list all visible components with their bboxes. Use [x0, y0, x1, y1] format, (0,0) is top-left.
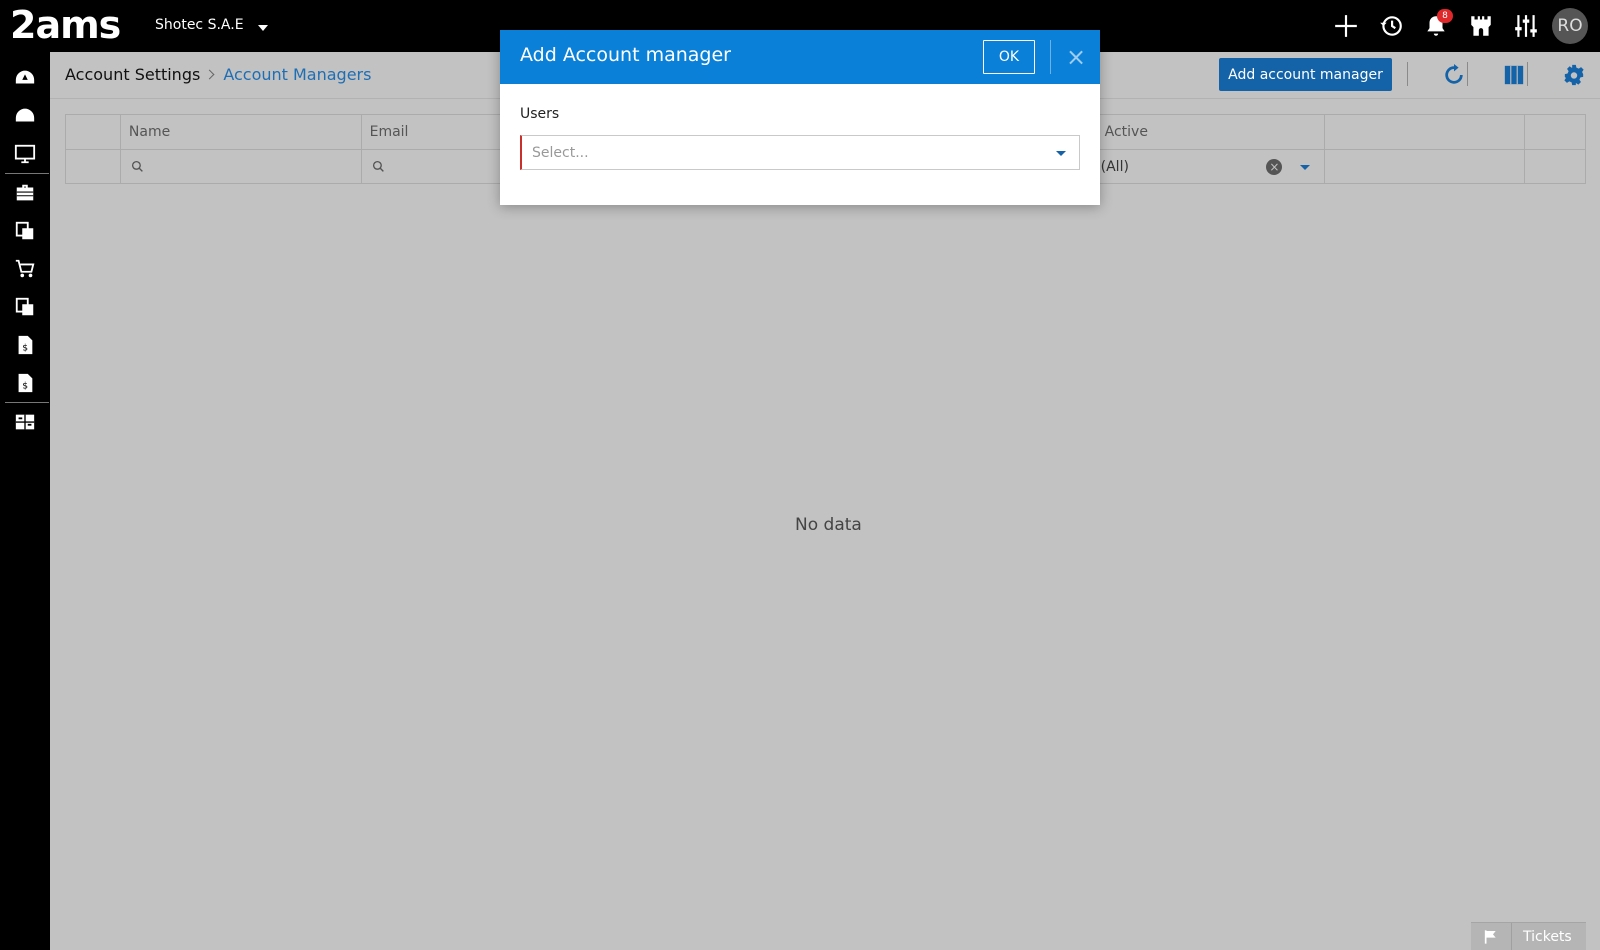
clear-icon[interactable]: × — [1266, 159, 1283, 175]
users-field-label: Users — [520, 106, 560, 122]
toolbar-divider — [1467, 62, 1468, 86]
sidebar: $ $ — [0, 52, 50, 950]
active-filter-select[interactable]: (All) × — [1096, 150, 1326, 183]
cart-icon — [15, 259, 35, 278]
svg-text:$: $ — [22, 381, 28, 392]
documents-alt-icon — [15, 297, 34, 316]
search-icon — [372, 160, 384, 172]
refresh-button[interactable] — [1441, 62, 1467, 88]
column-header-active[interactable]: Active — [1097, 115, 1326, 149]
sidebar-item-documents-alt[interactable] — [0, 288, 50, 326]
search-icon — [131, 160, 143, 172]
column-header-actions — [1525, 115, 1585, 149]
app-logo[interactable]: 2ams — [10, 5, 121, 45]
caret-down-icon — [257, 25, 268, 31]
castle-icon — [1470, 16, 1491, 36]
refresh-icon — [1445, 64, 1463, 84]
users-select[interactable]: Select... — [520, 135, 1080, 170]
name-filter-input[interactable] — [120, 150, 362, 183]
sidebar-item-dashboard[interactable] — [0, 59, 50, 97]
documents-icon — [15, 221, 34, 240]
svg-text:$: $ — [22, 343, 28, 354]
castle-button[interactable] — [1458, 0, 1503, 52]
monitor-icon — [14, 144, 36, 164]
active-filter-value: (All) — [1100, 158, 1129, 175]
flag-icon — [1471, 923, 1512, 950]
sidebar-item-dashboard-alt[interactable] — [0, 97, 50, 135]
company-name: Shotec S.A.E — [155, 17, 244, 33]
plus-icon — [1334, 15, 1357, 37]
notifications-button[interactable]: 8 — [1413, 0, 1458, 52]
sliders-icon — [1514, 15, 1537, 37]
column-header-extra — [1325, 115, 1526, 149]
sidebar-item-briefcase[interactable] — [0, 174, 50, 212]
columns-icon — [1504, 65, 1524, 85]
sidebar-item-reports[interactable] — [0, 403, 50, 441]
sidebar-item-invoice[interactable]: $ — [0, 326, 50, 364]
caret-down-icon[interactable] — [1300, 165, 1311, 170]
dashboard-alt-icon — [15, 108, 35, 122]
tickets-label: Tickets — [1523, 928, 1572, 945]
history-icon — [1379, 16, 1402, 36]
close-icon[interactable]: × — [1059, 40, 1093, 74]
sidebar-item-cart[interactable] — [0, 250, 50, 288]
tickets-widget[interactable]: Tickets — [1471, 922, 1586, 950]
briefcase-icon — [16, 184, 34, 201]
column-header-name[interactable]: Name — [121, 115, 362, 149]
dashboard-icon — [15, 70, 35, 84]
selection-filter-cell — [66, 150, 121, 183]
invoice-icon: $ — [18, 335, 33, 355]
notification-badge: 8 — [1437, 9, 1453, 23]
top-toolbar: 8 RO — [1323, 0, 1600, 52]
history-button[interactable] — [1368, 0, 1413, 52]
add-account-manager-dialog: Add Account manager OK × Users Select... — [500, 30, 1100, 205]
sidebar-item-invoice-alt[interactable]: $ — [0, 364, 50, 402]
dialog-header-divider — [1050, 40, 1051, 74]
dialog-title: Add Account manager — [520, 44, 731, 66]
settings-sliders-button[interactable] — [1503, 0, 1548, 52]
settings-button[interactable] — [1561, 62, 1587, 88]
add-account-manager-button[interactable]: Add account manager — [1219, 58, 1392, 91]
ok-button[interactable]: OK — [983, 40, 1035, 74]
breadcrumb-root[interactable]: Account Settings — [65, 65, 200, 84]
user-avatar[interactable]: RO — [1552, 8, 1588, 44]
dialog-header: Add Account manager OK × — [500, 30, 1100, 84]
chevron-right-icon — [204, 69, 215, 80]
sidebar-item-monitor[interactable] — [0, 135, 50, 173]
breadcrumb-current[interactable]: Account Managers — [223, 65, 371, 84]
empty-state-text: No data — [795, 515, 862, 535]
caret-down-icon — [1056, 151, 1066, 156]
invoice-alt-icon: $ — [18, 373, 33, 393]
columns-button[interactable] — [1501, 62, 1527, 88]
add-button[interactable] — [1323, 0, 1368, 52]
breadcrumb: Account Settings Account Managers — [65, 65, 371, 84]
gear-icon — [1564, 64, 1584, 86]
sidebar-item-documents[interactable] — [0, 212, 50, 250]
company-selector[interactable]: Shotec S.A.E — [155, 17, 268, 33]
extra-filter-cell — [1325, 150, 1526, 183]
actions-filter-cell — [1525, 150, 1585, 183]
reports-icon — [15, 414, 35, 430]
selection-column-header — [66, 115, 121, 149]
toolbar-divider — [1407, 62, 1408, 86]
toolbar-divider — [1527, 62, 1528, 86]
users-select-placeholder: Select... — [532, 144, 589, 161]
